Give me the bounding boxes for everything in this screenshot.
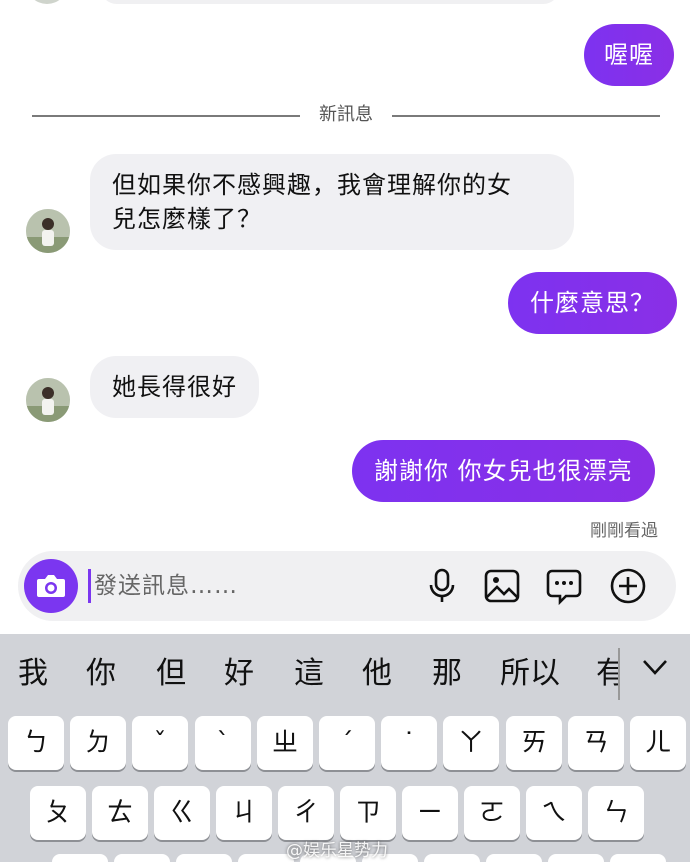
microphone-button[interactable] (422, 566, 462, 606)
candidate-word[interactable]: 那 (432, 656, 462, 692)
keyboard-key[interactable]: ㄢ (568, 716, 624, 770)
chevron-down-icon[interactable] (640, 656, 670, 678)
keyboard-key[interactable]: ㄍ (154, 786, 210, 840)
candidate-bar: 我 你 但 好 這 他 那 所以 有 (0, 634, 690, 714)
keyboard-key[interactable] (424, 854, 480, 862)
keyboard-key[interactable]: ˋ (195, 716, 251, 770)
keyboard-key[interactable]: ㄗ (340, 786, 396, 840)
new-messages-divider: 新訊息 (32, 102, 660, 128)
candidate-word[interactable]: 好 (224, 656, 254, 692)
chat-thread: 喔喔 新訊息 但如果你不感興趣，我會理解你的女 兒怎麼樣了？ 什麼意思？ 她長得… (0, 0, 690, 632)
keyboard-key[interactable]: ㄛ (464, 786, 520, 840)
keyboard-key[interactable]: ˇ (132, 716, 188, 770)
message-bubble-incoming[interactable] (100, 0, 560, 4)
image-icon (484, 569, 520, 603)
message-bubble-outgoing[interactable]: 什麼意思？ (508, 272, 677, 334)
message-text: 謝謝你 你女兒也很漂亮 (374, 457, 633, 485)
message-text: 什麼意思？ (530, 289, 655, 317)
message-text: 但如果你不感興趣，我會理解你的女 (112, 171, 512, 199)
avatar[interactable] (26, 209, 70, 253)
keyboard-key[interactable]: ㄧ (402, 786, 458, 840)
microphone-icon (429, 568, 455, 602)
candidate-separator (618, 648, 620, 700)
keyboard: 我 你 但 好 這 他 那 所以 有 ㄅ ㄉ ˇ ˋ ㄓ ˊ ˙ ㄚ ㄞ ㄢ ㄦ… (0, 634, 690, 862)
avatar[interactable] (26, 0, 68, 4)
sticker-button[interactable] (544, 566, 584, 606)
message-bubble-outgoing[interactable]: 謝謝你 你女兒也很漂亮 (352, 440, 655, 502)
avatar[interactable] (26, 378, 70, 422)
camera-button[interactable] (24, 559, 78, 613)
keyboard-key[interactable]: ㄔ (278, 786, 334, 840)
keyboard-key[interactable]: ㄣ (588, 786, 644, 840)
keyboard-key[interactable] (610, 854, 666, 862)
candidate-word[interactable]: 我 (18, 656, 48, 692)
keyboard-key[interactable] (486, 854, 542, 862)
keyboard-key[interactable] (114, 854, 170, 862)
camera-icon (37, 575, 65, 597)
keyboard-key[interactable]: ㄊ (92, 786, 148, 840)
message-bubble-incoming[interactable]: 但如果你不感興趣，我會理解你的女 兒怎麼樣了？ (90, 154, 574, 250)
keyboard-key[interactable]: ㄦ (630, 716, 686, 770)
candidate-word[interactable]: 所以 (500, 656, 560, 692)
keyboard-key[interactable] (52, 854, 108, 862)
candidate-word[interactable]: 他 (362, 656, 392, 692)
message-text: 她長得很好 (112, 373, 237, 401)
seen-status: 剛剛看過 (590, 521, 658, 541)
candidate-word[interactable]: 這 (294, 656, 324, 692)
watermark: @娱乐星势力 (286, 841, 388, 861)
sticker-icon (546, 569, 582, 606)
keyboard-key[interactable]: ㄟ (526, 786, 582, 840)
keyboard-key[interactable]: ˊ (319, 716, 375, 770)
message-bubble-incoming[interactable]: 她長得很好 (90, 356, 259, 418)
gallery-button[interactable] (482, 566, 522, 606)
add-button[interactable] (608, 566, 648, 606)
message-input[interactable]: 發送訊息…… (94, 569, 238, 603)
candidate-word[interactable]: 但 (156, 656, 186, 692)
keyboard-key[interactable] (548, 854, 604, 862)
keyboard-key[interactable]: ㄓ (257, 716, 313, 770)
text-caret (88, 569, 91, 603)
keyboard-key[interactable]: ㄅ (8, 716, 64, 770)
candidate-word[interactable]: 有 (596, 656, 618, 692)
keyboard-key[interactable]: ㄆ (30, 786, 86, 840)
keyboard-key[interactable]: ㄚ (443, 716, 499, 770)
keyboard-key[interactable]: ㄐ (216, 786, 272, 840)
add-icon (610, 568, 646, 604)
keyboard-key[interactable]: ㄞ (506, 716, 562, 770)
message-text: 兒怎麼樣了？ (112, 205, 262, 233)
keyboard-key[interactable]: ㄉ (70, 716, 126, 770)
keyboard-key[interactable]: ˙ (381, 716, 437, 770)
keyboard-key[interactable] (176, 854, 232, 862)
message-composer: 發送訊息…… (18, 551, 676, 621)
candidate-word[interactable]: 你 (86, 656, 116, 692)
message-bubble-outgoing[interactable]: 喔喔 (584, 24, 674, 86)
message-text: 喔喔 (604, 41, 654, 69)
